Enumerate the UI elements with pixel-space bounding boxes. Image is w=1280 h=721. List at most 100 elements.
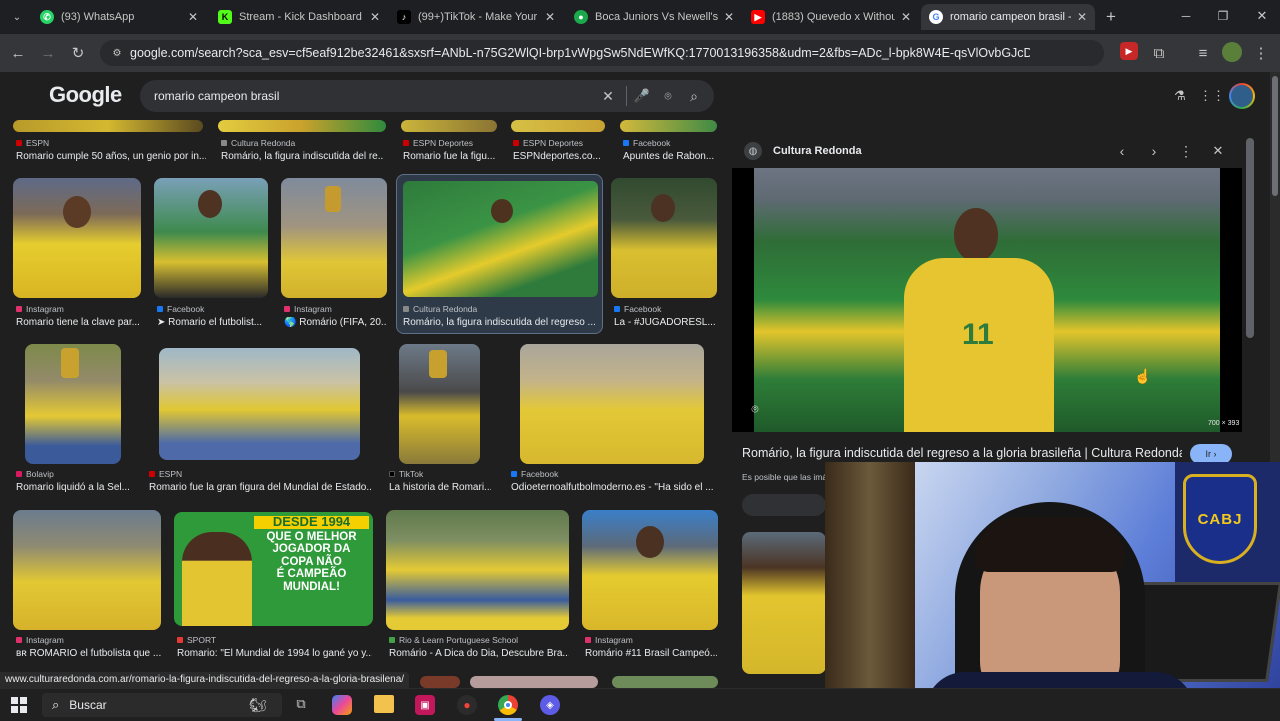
panel-action-button[interactable] [742,494,826,516]
result-caption[interactable]: Romário, la figura indiscutida del regre… [403,317,597,328]
related-image-thumbnail[interactable] [742,532,826,674]
result-caption[interactable]: 🌎 Romário (FIFA, 20... [284,317,386,328]
media-controls-icon[interactable]: ≡ [1192,42,1214,64]
close-tab-icon[interactable]: ✕ [188,10,198,24]
extensions-puzzle-icon[interactable]: ⧉ [1148,42,1170,64]
image-result-thumbnail[interactable] [281,178,387,298]
result-source[interactable]: Instagram [284,304,332,314]
app-purple-icon[interactable]: ◈ [540,695,560,715]
preview-image-frame[interactable]: 11 ⌾ 700 × 393 ☝ [732,168,1242,432]
result-caption[interactable]: ➤ Romario el futbolist... [157,317,267,328]
image-result-thumbnail[interactable] [13,510,161,630]
chrome-icon[interactable] [498,695,518,715]
result-source[interactable]: ESPN [16,138,49,148]
next-image-icon[interactable]: › [1146,143,1162,159]
result-source[interactable]: Cultura Redonda [403,304,477,314]
taskbar-widget-icon[interactable]: 🐿 [238,693,278,717]
account-avatar[interactable] [1229,83,1255,109]
labs-flask-icon[interactable]: ⚗ [1172,88,1188,104]
close-window-icon[interactable]: ✕ [1252,6,1272,26]
image-result-thumbnail[interactable] [511,120,605,132]
image-result-thumbnail[interactable] [582,510,718,630]
previous-image-icon[interactable]: ‹ [1114,143,1130,159]
more-options-icon[interactable]: ⋮ [1178,143,1194,159]
image-result-thumbnail[interactable] [399,344,480,464]
browser-menu-icon[interactable]: ⋮ [1250,42,1272,64]
tab-search-icon[interactable]: ⌄ [8,8,26,26]
result-caption[interactable]: Apuntes de Rabon... [623,151,717,162]
minimize-icon[interactable]: ─ [1176,6,1196,26]
result-source[interactable]: TikTok [389,469,423,479]
image-result-thumbnail[interactable] [611,178,717,298]
close-tab-icon[interactable]: ✕ [1077,10,1087,24]
image-result-thumbnail[interactable] [13,120,203,132]
close-tab-icon[interactable]: ✕ [370,10,380,24]
result-source[interactable]: Bolavip [16,469,54,479]
file-explorer-icon[interactable] [374,695,394,713]
forward-icon[interactable]: → [37,42,59,64]
result-caption[interactable]: Romario tiene la clave par... [16,317,141,328]
panel-source-name[interactable]: Cultura Redonda [773,145,862,157]
extension-red-icon[interactable]: ▶ [1120,42,1138,60]
close-preview-icon[interactable]: ✕ [1210,143,1226,159]
result-source[interactable]: ESPN [149,469,182,479]
result-caption[interactable]: Romário - A Dica do Dia, Descubre Bra... [389,648,569,659]
site-info-icon[interactable]: ⚙ [110,46,124,60]
result-source[interactable]: Cultura Redonda [221,138,295,148]
result-caption[interactable]: Romario cumple 50 años, un genio por in.… [16,151,206,162]
result-caption[interactable]: Romário #11 Brasil Campeó... [585,648,717,659]
search-icon[interactable]: ⌕ [686,88,702,104]
search-input[interactable]: romario campeon brasil [140,80,714,112]
close-tab-icon[interactable]: ✕ [724,10,734,24]
lens-search-image-icon[interactable]: ⌾ [746,400,764,418]
clear-search-icon[interactable]: ✕ [600,88,616,104]
result-source[interactable]: Facebook [614,304,661,314]
poster-thumbnail[interactable]: DESDE 1994 QUE O MELHOR JOGADOR DA COPA … [174,512,373,626]
result-source[interactable]: Rio & Learn Portuguese School [389,635,518,645]
image-result-thumbnail[interactable] [401,120,497,132]
image-result-thumbnail[interactable] [470,676,598,688]
apps-grid-icon[interactable]: ⋮⋮ [1199,88,1225,104]
result-source[interactable]: SPORT [177,635,216,645]
microphone-icon[interactable]: 🎤 [634,88,650,104]
result-source[interactable]: ESPN Deportes [403,138,473,148]
back-icon[interactable]: ← [7,42,29,64]
result-caption[interactable]: ESPNdeportes.co... [513,151,609,162]
google-logo[interactable]: Google [49,82,122,108]
result-caption[interactable]: Romario fue la figu... [403,151,499,162]
visit-button[interactable]: Ir › [1190,444,1232,464]
tab-whatsapp[interactable]: ✆ (93) WhatsApp ✕ [32,4,206,30]
image-result-thumbnail[interactable] [25,344,121,464]
tab-kick[interactable]: K Stream - Kick Dashboard ✕ [210,4,388,30]
image-result-thumbnail[interactable] [620,120,717,132]
result-source[interactable]: Facebook [157,304,204,314]
image-result-thumbnail[interactable] [612,676,718,688]
image-result-thumbnail[interactable] [386,510,569,630]
panel-scrollbar[interactable] [1246,138,1254,338]
result-caption[interactable]: La historia de Romari... [389,482,491,493]
image-result-thumbnail[interactable] [13,178,141,298]
maximize-icon[interactable]: ❐ [1213,6,1233,26]
image-result-thumbnail[interactable] [159,348,360,460]
result-source[interactable]: Instagram [585,635,633,645]
windows-start-icon[interactable] [10,696,28,714]
result-caption[interactable]: Romario: "El Mundial de 1994 lo gané yo … [177,648,372,659]
result-source[interactable]: Facebook [623,138,670,148]
result-caption[interactable]: ʙʀ ROMARIO el futbolista que ... [16,648,161,659]
lens-camera-icon[interactable]: ⌾ [660,88,676,104]
result-source[interactable]: ESPN Deportes [513,138,583,148]
image-result-thumbnail[interactable] [218,120,386,132]
tab-youtube[interactable]: ▶ (1883) Quevedo x Without ✕ [743,4,919,30]
address-bar[interactable]: ⚙ google.com/search?sca_esv=cf5eaf912be3… [100,40,1104,66]
tab-google-active[interactable]: G romario campeon brasil - G ✕ [921,4,1095,30]
image-result-thumbnail[interactable] [520,344,704,464]
task-view-icon[interactable]: ⧉ [292,695,310,713]
result-caption[interactable]: Romário, la figura indiscutida del re... [221,151,383,162]
reload-icon[interactable]: ↻ [67,42,89,64]
close-tab-icon[interactable]: ✕ [901,10,911,24]
tab-boca[interactable]: ● Boca Juniors Vs Newell's O ✕ [566,4,742,30]
image-result-thumbnail[interactable] [420,676,460,688]
app-recorder-icon[interactable]: ● [457,695,477,715]
result-caption[interactable]: Romario fue la gran figura del Mundial d… [149,482,371,493]
app-pink-icon[interactable]: ▣ [415,695,435,715]
